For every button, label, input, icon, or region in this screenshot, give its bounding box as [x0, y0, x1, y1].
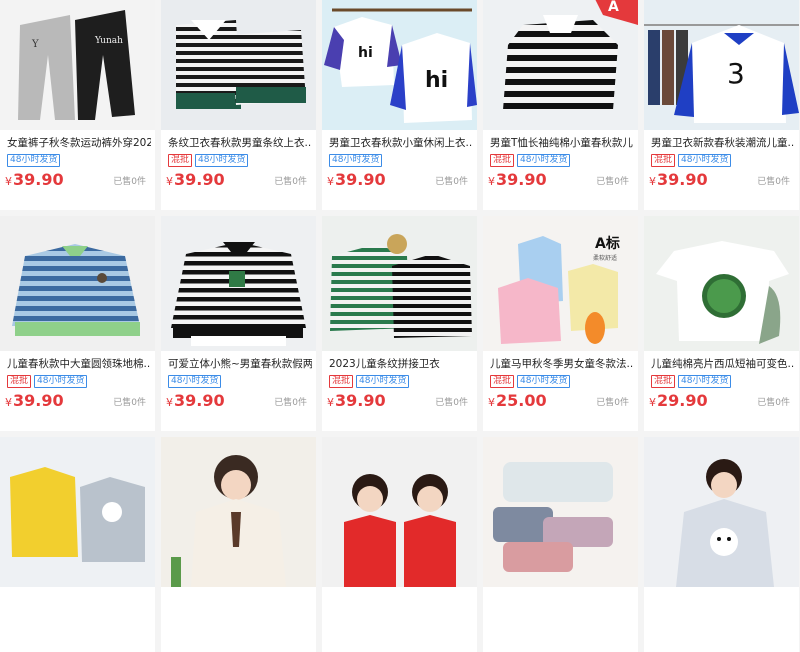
product-price: ¥39.90	[327, 170, 386, 189]
product-title[interactable]: 儿童春秋款中大童圆领珠地棉...	[7, 357, 151, 371]
product-tags: 混批 48小时发货	[651, 375, 732, 388]
product-price: ¥39.90	[5, 391, 64, 410]
sold-count: 已售0件	[274, 398, 307, 408]
sold-count: 已售0件	[596, 398, 629, 408]
sold-count: 已售0件	[596, 177, 629, 187]
product-title[interactable]: 条纹卫衣春秋款男童条纹上衣...	[168, 136, 312, 150]
product-title[interactable]: 2023儿童条纹拼接卫衣	[329, 357, 473, 371]
tag-mixed: 混批	[651, 375, 676, 388]
tag-shipping: 48小时发货	[678, 375, 732, 388]
product-tags: 48小时发货	[7, 154, 61, 167]
product-price: ¥25.00	[488, 391, 547, 410]
tag-mixed: 混批	[490, 375, 515, 388]
product-price: ¥29.90	[649, 391, 708, 410]
sold-count: 已售0件	[435, 398, 468, 408]
product-card[interactable]: 儿童纯棉亮片西瓜短袖可变色... 混批 48小时发货 ¥29.90 已售0件	[644, 216, 799, 431]
product-card[interactable]	[0, 437, 155, 652]
product-title[interactable]: 儿童马甲秋冬季男女童冬款法...	[490, 357, 634, 371]
product-card[interactable]	[644, 437, 799, 652]
tag-shipping: 48小时发货	[329, 154, 383, 167]
product-price: ¥39.90	[649, 170, 708, 189]
product-title[interactable]: 男童T恤长袖纯棉小童春秋款儿...	[490, 136, 634, 150]
product-price: ¥39.90	[166, 170, 225, 189]
tag-mixed: 混批	[7, 375, 32, 388]
product-card[interactable]	[161, 437, 316, 652]
product-price: ¥39.90	[327, 391, 386, 410]
product-title[interactable]: 儿童纯棉亮片西瓜短袖可变色...	[651, 357, 795, 371]
product-title[interactable]: 可爱立体小熊~男童春秋款假两...	[168, 357, 312, 371]
tag-shipping: 48小时发货	[168, 375, 222, 388]
product-title[interactable]: 男童卫衣春秋款小童休闲上衣...	[329, 136, 473, 150]
product-image-subtext: 柔软舒适	[593, 254, 617, 262]
product-tags: 48小时发货	[168, 375, 222, 388]
product-image-text: A	[608, 0, 619, 15]
tag-shipping: 48小时发货	[34, 375, 88, 388]
tag-shipping: 48小时发货	[195, 154, 249, 167]
product-card[interactable]: 条纹卫衣春秋款男童条纹上衣... 混批 48小时发货 ¥39.90 已售0件	[161, 0, 316, 210]
product-card[interactable]: 2023儿童条纹拼接卫衣 混批 48小时发货 ¥39.90 已售0件	[322, 216, 477, 431]
product-image[interactable]	[161, 437, 316, 587]
product-image[interactable]: A标 柔软舒适	[483, 216, 638, 351]
tag-shipping: 48小时发货	[356, 375, 410, 388]
product-image[interactable]	[644, 437, 799, 587]
product-card[interactable]: 3 男童卫衣新款春秋装潮流儿童... 混批 48小时发货 ¥39.90 已售0件	[644, 0, 799, 210]
tag-mixed: 混批	[329, 375, 354, 388]
product-image[interactable]	[0, 216, 155, 351]
sold-count: 已售0件	[113, 398, 146, 408]
product-image[interactable]	[161, 216, 316, 351]
tag-shipping: 48小时发货	[517, 375, 571, 388]
product-title[interactable]: 男童卫衣新款春秋装潮流儿童...	[651, 136, 795, 150]
product-card[interactable]: A标 柔软舒适 儿童马甲秋冬季男女童冬款法... 混批 48小时发货 ¥25.0…	[483, 216, 638, 431]
product-image[interactable]: 3	[644, 0, 799, 130]
product-tags: 混批 48小时发货	[7, 375, 88, 388]
product-card[interactable]	[322, 437, 477, 652]
tag-shipping: 48小时发货	[678, 154, 732, 167]
svg-text:Y: Y	[31, 39, 39, 50]
svg-text:hi: hi	[358, 45, 373, 61]
tag-shipping: 48小时发货	[7, 154, 61, 167]
product-card[interactable]: Y Yunah 女童裤子秋冬款运动裤外穿202... 48小时发货 ¥39.90…	[0, 0, 155, 210]
product-image[interactable]: Y Yunah	[0, 0, 155, 130]
product-tags: 混批 48小时发货	[490, 154, 571, 167]
product-tags: 混批 48小时发货	[329, 375, 410, 388]
product-image[interactable]	[0, 437, 155, 587]
product-image[interactable]	[161, 0, 316, 130]
sold-count: 已售0件	[113, 177, 146, 187]
product-image[interactable]	[644, 216, 799, 351]
product-card[interactable]: 可爱立体小熊~男童春秋款假两... 48小时发货 ¥39.90 已售0件	[161, 216, 316, 431]
product-card[interactable]	[483, 437, 638, 652]
tag-mixed: 混批	[168, 154, 193, 167]
product-image[interactable]	[322, 437, 477, 587]
product-image[interactable]: hi hi	[322, 0, 477, 130]
product-image-text: A标	[595, 235, 620, 252]
sold-count: 已售0件	[757, 398, 790, 408]
product-price: ¥39.90	[5, 170, 64, 189]
product-price: ¥39.90	[488, 170, 547, 189]
product-tags: 混批 48小时发货	[490, 375, 571, 388]
product-grid: Y Yunah 女童裤子秋冬款运动裤外穿202... 48小时发货 ¥39.90…	[0, 0, 800, 652]
product-image-text: hi	[425, 68, 448, 93]
sold-count: 已售0件	[757, 177, 790, 187]
tag-shipping: 48小时发货	[517, 154, 571, 167]
tag-mixed: 混批	[651, 154, 676, 167]
product-card[interactable]: 儿童春秋款中大童圆领珠地棉... 混批 48小时发货 ¥39.90 已售0件	[0, 216, 155, 431]
sold-count: 已售0件	[274, 177, 307, 187]
product-price: ¥39.90	[166, 391, 225, 410]
product-image[interactable]	[322, 216, 477, 351]
product-card[interactable]: hi hi 男童卫衣春秋款小童休闲上衣... 48小时发货 ¥39.90 已售0…	[322, 0, 477, 210]
product-tags: 混批 48小时发货	[651, 154, 732, 167]
product-tags: 48小时发货	[329, 154, 383, 167]
sold-count: 已售0件	[435, 177, 468, 187]
product-card[interactable]: A 男童T恤长袖纯棉小童春秋款儿... 混批 48小时发货 ¥39.90 已售0…	[483, 0, 638, 210]
product-image[interactable]: A	[483, 0, 638, 130]
product-image-text: 3	[727, 57, 745, 90]
tag-mixed: 混批	[490, 154, 515, 167]
product-tags: 混批 48小时发货	[168, 154, 249, 167]
product-image-text: Yunah	[94, 36, 123, 46]
product-image[interactable]	[483, 437, 638, 587]
product-title[interactable]: 女童裤子秋冬款运动裤外穿202...	[7, 136, 151, 150]
